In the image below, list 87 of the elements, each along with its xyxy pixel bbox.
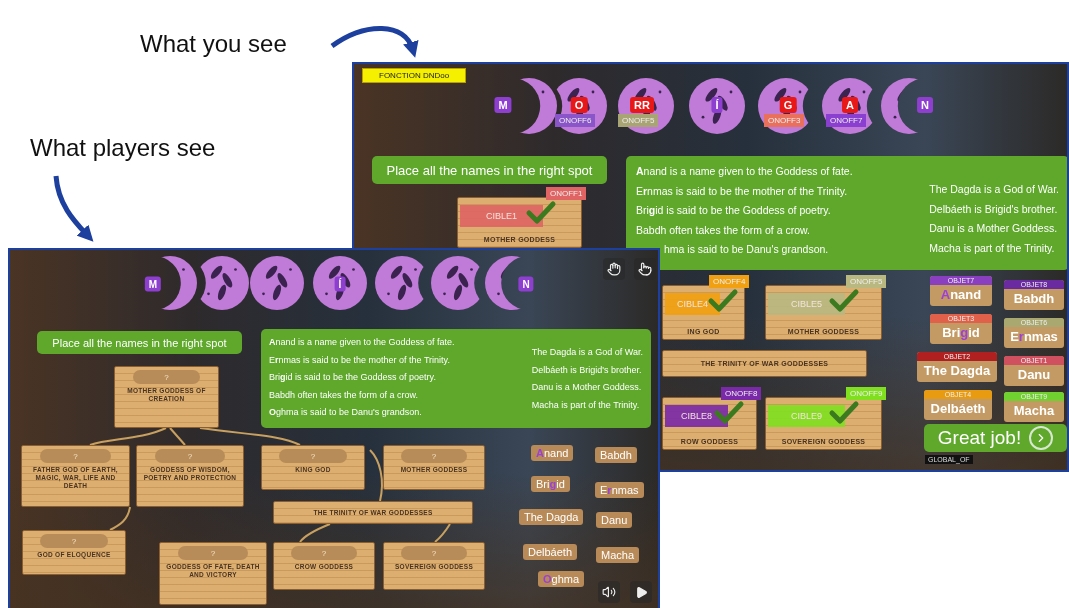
answer-slot[interactable]: ? bbox=[132, 370, 201, 384]
instruction-banner: Place all the names in the right spot bbox=[372, 156, 607, 184]
letter-badge: G bbox=[779, 97, 797, 113]
clue-text: hma is said to be Danu's grandson. bbox=[663, 242, 830, 257]
toggle-label: ONOFF3 bbox=[764, 114, 805, 127]
instruction-banner: Place all the names in the right spot bbox=[37, 331, 242, 354]
clue-text: Delbáeth is Brigid's brother. bbox=[531, 363, 643, 377]
clue-text: Danu is a Mother Goddess. bbox=[531, 381, 643, 394]
clue-text: Oghma is said to be Danu's grandson. bbox=[269, 406, 423, 419]
target-zone: CIBLE8 bbox=[665, 405, 728, 427]
letter-badge: M bbox=[494, 97, 512, 113]
caption: What players see bbox=[30, 134, 216, 162]
root-line bbox=[434, 523, 451, 543]
feedback-text: Great job! bbox=[937, 427, 1022, 449]
root-line bbox=[109, 506, 131, 531]
toggle-label: ONOFF1 bbox=[546, 187, 587, 200]
target-zone: CIBLE5 bbox=[768, 293, 845, 315]
moon-drawing bbox=[313, 256, 367, 310]
clue-text: Anand is a name given to the Goddess of fate. bbox=[269, 336, 455, 349]
letter-badge: N bbox=[917, 97, 933, 113]
clue-text: Danu is a Mother Goddess. bbox=[929, 221, 1059, 236]
answer-slot[interactable]: ? bbox=[401, 449, 467, 463]
toggle-label: ONOFF7 bbox=[826, 114, 867, 127]
answer-slot[interactable]: ? bbox=[401, 546, 467, 560]
clue-text: Macha is part of the Trinity. bbox=[929, 240, 1056, 256]
letter-badge: RR bbox=[630, 97, 654, 113]
clue-text: Delbáeth is Brigid's brother. bbox=[929, 201, 1059, 217]
tile-name: Anand bbox=[940, 286, 982, 304]
clue-text: Ernmas is said to be the mother of the Trinity. bbox=[269, 353, 451, 367]
play-icon[interactable] bbox=[630, 581, 652, 603]
clue-text: The Dagda is a God of War. bbox=[929, 182, 1059, 197]
tile-name: Macha bbox=[1013, 402, 1055, 420]
target-zone: CIBLE1 bbox=[460, 205, 543, 227]
clue-text: Ernmas is said to be the mother of the Trinity. bbox=[636, 183, 849, 199]
letter-badge: M bbox=[144, 276, 162, 292]
root-line bbox=[169, 427, 186, 446]
letter-badge: A bbox=[842, 97, 858, 113]
tile-name: Danu bbox=[1017, 366, 1051, 384]
target-zone: CIBLE4 bbox=[665, 293, 720, 315]
letter-badge: O bbox=[570, 97, 588, 113]
moon-drawing bbox=[689, 78, 745, 134]
name-tile[interactable]: Oghma bbox=[538, 571, 585, 587]
curved-arrow bbox=[53, 175, 94, 242]
clue-text: Brigid is said to be the Goddess of poetry. bbox=[636, 203, 832, 218]
clue-text: Babdh often takes the form of a crow. bbox=[636, 222, 811, 238]
toggle-label: ONOFF5 bbox=[846, 275, 887, 288]
name-tile[interactable]: The Dagda bbox=[519, 509, 584, 525]
function-label: FONCTION DNDoo bbox=[362, 68, 467, 83]
tile-name: Ernmas bbox=[1010, 328, 1058, 346]
toggle-label: ONOFF9 bbox=[846, 387, 887, 400]
hand-icon[interactable] bbox=[603, 258, 625, 280]
tile-name: The Dagda bbox=[923, 362, 991, 380]
moon-drawing bbox=[250, 256, 304, 310]
toggle-label: ONOFF8 bbox=[721, 387, 762, 400]
clue-text: Brigid is said to be the Goddess of poetry. bbox=[269, 371, 437, 384]
tile-name: Babdh bbox=[1013, 290, 1055, 308]
name-tile[interactable]: Babdh bbox=[595, 447, 637, 463]
answer-slot[interactable]: ? bbox=[291, 546, 357, 560]
answer-slot[interactable]: ? bbox=[40, 534, 108, 548]
letter-badge: Í bbox=[334, 276, 346, 292]
clue-text: Macha is part of the Trinity. bbox=[531, 398, 641, 412]
volume-icon[interactable] bbox=[598, 581, 620, 603]
target-zone: CIBLE9 bbox=[768, 405, 845, 427]
answer-slot[interactable]: ? bbox=[178, 546, 248, 560]
clue-text: The Dagda is a God of War. bbox=[531, 346, 643, 359]
root-line bbox=[369, 449, 383, 502]
clue-text: Anand is a name given to the Goddess of fate. bbox=[636, 164, 853, 179]
tile-name: Delbáeth bbox=[930, 400, 986, 418]
answer-slot[interactable]: ? bbox=[155, 449, 225, 463]
name-tile[interactable]: Anand bbox=[531, 445, 574, 461]
toggle-label: ONOFF4 bbox=[709, 275, 750, 288]
answer-slot[interactable]: ? bbox=[40, 449, 111, 463]
name-tile[interactable]: Brigid bbox=[531, 476, 570, 492]
name-tile[interactable]: Ernmas bbox=[595, 482, 644, 498]
caption: What you see bbox=[140, 30, 287, 58]
pointer-icon[interactable] bbox=[634, 258, 656, 280]
clue-text: Babdh often takes the form of a crow. bbox=[269, 388, 420, 402]
root-line bbox=[299, 523, 331, 543]
answer-slot[interactable]: ? bbox=[279, 449, 347, 463]
toggle-label: ONOFF6 bbox=[555, 114, 596, 127]
name-tile[interactable]: Macha bbox=[596, 547, 640, 563]
name-tile[interactable]: Delbáeth bbox=[523, 544, 578, 560]
toggle-label: ONOFF5 bbox=[618, 114, 659, 127]
letter-badge: Í bbox=[711, 97, 723, 113]
letter-badge: N bbox=[518, 276, 534, 292]
tile-name: Brigid bbox=[942, 324, 980, 342]
name-tile[interactable]: Danu bbox=[596, 512, 633, 528]
